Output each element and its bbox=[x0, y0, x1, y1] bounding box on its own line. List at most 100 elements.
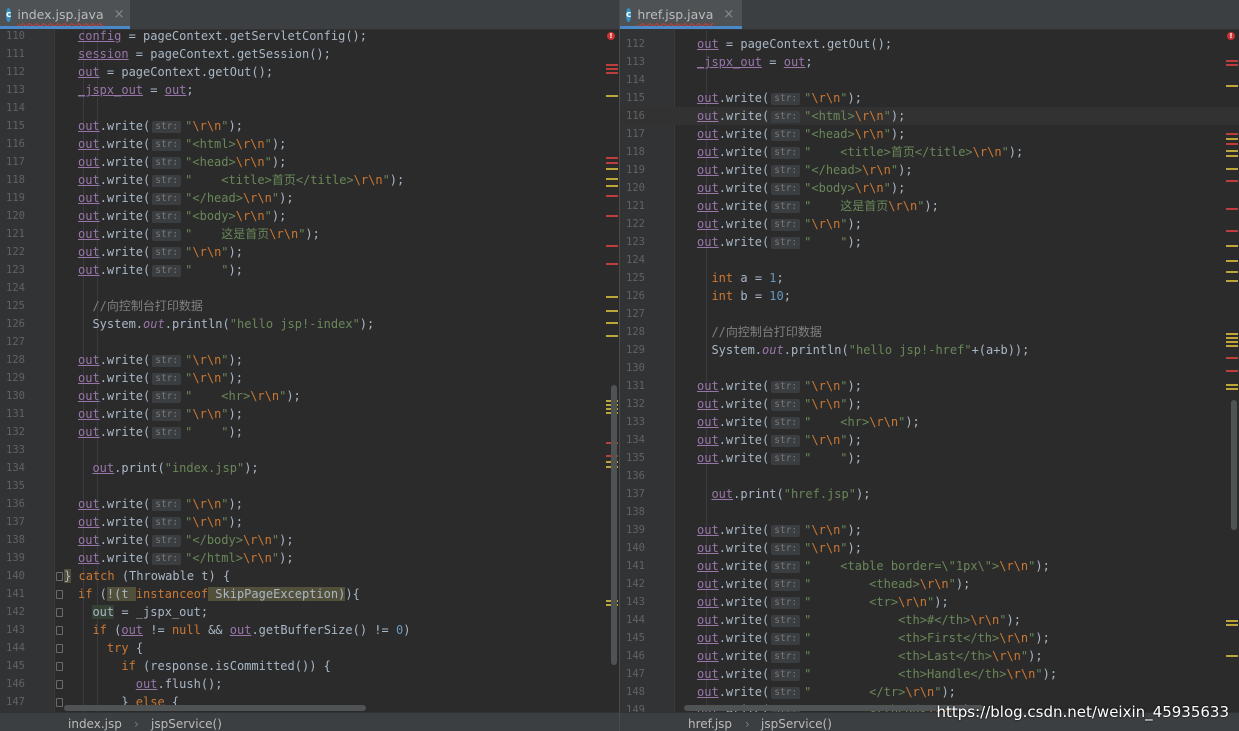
code-line[interactable]: 133 out.write(str: " <hr>\r\n"); bbox=[620, 413, 1239, 431]
close-icon[interactable]: × bbox=[114, 7, 125, 22]
code-line[interactable]: 123 out.write(str: " "); bbox=[620, 233, 1239, 251]
code-line[interactable]: 138 out.write(str: "</body>\r\n"); bbox=[0, 531, 619, 549]
fold-icon[interactable] bbox=[56, 572, 63, 581]
vertical-scrollbar[interactable] bbox=[1231, 400, 1237, 530]
warning-marker[interactable] bbox=[606, 168, 618, 170]
code-line[interactable]: 136 bbox=[620, 467, 1239, 485]
code-line[interactable]: 130 out.write(str: " <hr>\r\n"); bbox=[0, 387, 619, 405]
code-line[interactable]: 115 out.write(str: "\r\n"); bbox=[0, 117, 619, 135]
code-line[interactable]: 132 out.write(str: " "); bbox=[0, 423, 619, 441]
code-line[interactable]: 122 out.write(str: "\r\n"); bbox=[0, 243, 619, 261]
error-marker[interactable] bbox=[1226, 60, 1238, 62]
code-line[interactable]: 145 if (response.isCommitted()) { bbox=[0, 657, 619, 675]
warning-marker[interactable] bbox=[1226, 150, 1238, 152]
warning-marker[interactable] bbox=[1226, 138, 1238, 140]
error-marker[interactable] bbox=[1226, 143, 1238, 145]
code-line[interactable]: 138 bbox=[620, 503, 1239, 521]
code-line[interactable]: 143 if (out != null && out.getBufferSize… bbox=[0, 621, 619, 639]
tab-href-jsp-java[interactable]: c href.jsp.java × bbox=[620, 0, 742, 29]
code-line[interactable]: 126 System.out.println("hello jsp!-index… bbox=[0, 315, 619, 333]
code-line[interactable]: 141 out.write(str: " <table border=\"1px\"… bbox=[620, 557, 1239, 575]
code-line[interactable]: 139 out.write(str: "\r\n"); bbox=[620, 521, 1239, 539]
fold-icon[interactable] bbox=[56, 626, 63, 635]
code-line[interactable]: 118 out.write(str: " <title>首页</title>\r\n… bbox=[620, 143, 1239, 161]
code-line[interactable]: 144 out.write(str: " <th>#</th>\r\n"); bbox=[620, 611, 1239, 629]
code-line[interactable]: 137 out.write(str: "\r\n"); bbox=[0, 513, 619, 531]
warning-marker[interactable] bbox=[1226, 168, 1238, 170]
error-marker[interactable] bbox=[606, 64, 618, 66]
warning-marker[interactable] bbox=[1226, 620, 1238, 622]
error-marker[interactable] bbox=[1226, 357, 1238, 359]
code-line[interactable]: 113 _jspx_out = out; bbox=[0, 81, 619, 99]
code-line[interactable]: 113 _jspx_out = out; bbox=[620, 53, 1239, 71]
code-line[interactable]: 135 bbox=[0, 477, 619, 495]
code-line[interactable]: 128 //向控制台打印数据 bbox=[620, 323, 1239, 341]
error-marker[interactable] bbox=[606, 195, 618, 197]
code-line[interactable]: 148 out.write(str: " </tr>\r\n"); bbox=[620, 683, 1239, 701]
code-line[interactable]: 146 out.write(str: " <th>Last</th>\r\n"); bbox=[620, 647, 1239, 665]
code-line[interactable]: 142 out = _jspx_out; bbox=[0, 603, 619, 621]
warning-marker[interactable] bbox=[1226, 155, 1238, 157]
breadcrumb-file[interactable]: index.jsp bbox=[68, 713, 122, 731]
warning-marker[interactable] bbox=[606, 178, 618, 180]
error-marker[interactable] bbox=[606, 68, 618, 70]
warning-marker[interactable] bbox=[606, 335, 618, 337]
code-line[interactable]: 121 out.write(str: " 这是首页\r\n"); bbox=[0, 225, 619, 243]
error-marker[interactable] bbox=[606, 72, 618, 74]
fold-icon[interactable] bbox=[56, 662, 63, 671]
code-line[interactable]: 120 out.write(str: "<body>\r\n"); bbox=[620, 179, 1239, 197]
error-marker[interactable] bbox=[1226, 230, 1238, 232]
warning-marker[interactable] bbox=[1226, 260, 1238, 262]
warning-marker[interactable] bbox=[606, 322, 618, 324]
error-marker[interactable] bbox=[1226, 370, 1238, 372]
code-line[interactable]: 133 bbox=[0, 441, 619, 459]
horizontal-scrollbar[interactable] bbox=[64, 705, 366, 711]
code-line[interactable]: 114 bbox=[620, 71, 1239, 89]
warning-marker[interactable] bbox=[1226, 337, 1238, 339]
error-marker[interactable] bbox=[606, 215, 618, 217]
warning-marker[interactable] bbox=[606, 310, 618, 312]
code-line[interactable]: 146 out.flush(); bbox=[0, 675, 619, 693]
code-line[interactable]: 139 out.write(str: "</html>\r\n"); bbox=[0, 549, 619, 567]
code-line[interactable]: 117 out.write(str: "<head>\r\n"); bbox=[0, 153, 619, 171]
code-line[interactable]: 125 int a = 1; bbox=[620, 269, 1239, 287]
fold-icon[interactable] bbox=[56, 608, 63, 617]
code-line[interactable]: 120 out.write(str: "<body>\r\n"); bbox=[0, 207, 619, 225]
code-line[interactable]: 127 bbox=[0, 333, 619, 351]
code-line[interactable]: 131 out.write(str: "\r\n"); bbox=[620, 377, 1239, 395]
code-line[interactable]: 119 out.write(str: "</head>\r\n"); bbox=[0, 189, 619, 207]
warning-marker[interactable] bbox=[1226, 280, 1238, 282]
code-line[interactable]: 115 out.write(str: "\r\n"); bbox=[620, 89, 1239, 107]
warning-marker[interactable] bbox=[1226, 388, 1238, 390]
warning-marker[interactable] bbox=[1226, 624, 1238, 626]
vertical-scrollbar[interactable] bbox=[611, 385, 617, 665]
breadcrumb-method[interactable]: jspService() bbox=[151, 713, 222, 731]
code-line[interactable]: 137 out.print("href.jsp"); bbox=[620, 485, 1239, 503]
code-line[interactable]: 116 out.write(str: "<html>\r\n"); bbox=[620, 107, 1239, 125]
code-line[interactable]: 129 System.out.println("hello jsp!-href"… bbox=[620, 341, 1239, 359]
code-line[interactable]: 110 config = pageContext.getServletConfig… bbox=[0, 30, 619, 45]
code-line[interactable]: 123 out.write(str: " "); bbox=[0, 261, 619, 279]
code-line[interactable]: 140} catch (Throwable t) { bbox=[0, 567, 619, 585]
code-line[interactable]: 112 out = pageContext.getOut(); bbox=[0, 63, 619, 81]
code-line[interactable]: 128 out.write(str: "\r\n"); bbox=[0, 351, 619, 369]
code-line[interactable]: 126 int b = 10; bbox=[620, 287, 1239, 305]
code-line[interactable]: 122 out.write(str: "\r\n"); bbox=[620, 215, 1239, 233]
warning-marker[interactable] bbox=[1226, 655, 1238, 657]
code-line[interactable]: 118 out.write(str: " <title>首页</title>\r\n… bbox=[0, 171, 619, 189]
warning-marker[interactable] bbox=[1226, 271, 1238, 273]
code-line[interactable]: 121 out.write(str: " 这是首页\r\n"); bbox=[620, 197, 1239, 215]
code-line[interactable]: 112 out = pageContext.getOut(); bbox=[620, 35, 1239, 53]
warning-marker[interactable] bbox=[1226, 245, 1238, 247]
close-icon[interactable]: × bbox=[723, 7, 734, 22]
code-line[interactable]: 116 out.write(str: "<html>\r\n"); bbox=[0, 135, 619, 153]
error-marker[interactable] bbox=[1226, 208, 1238, 210]
error-marker[interactable] bbox=[606, 162, 618, 164]
error-marker[interactable] bbox=[606, 263, 618, 265]
code-line[interactable]: 140 out.write(str: "\r\n"); bbox=[620, 539, 1239, 557]
code-line[interactable]: 136 out.write(str: "\r\n"); bbox=[0, 495, 619, 513]
code-line[interactable]: 111 session = pageContext.getSession(); bbox=[0, 45, 619, 63]
error-marker[interactable] bbox=[1226, 133, 1238, 135]
code-line[interactable]: 147 out.write(str: " <th>Handle</th>\r\n")… bbox=[620, 665, 1239, 683]
code-editor[interactable]: 112 out = pageContext.getOut(); 113 _jspx_o… bbox=[620, 30, 1239, 713]
